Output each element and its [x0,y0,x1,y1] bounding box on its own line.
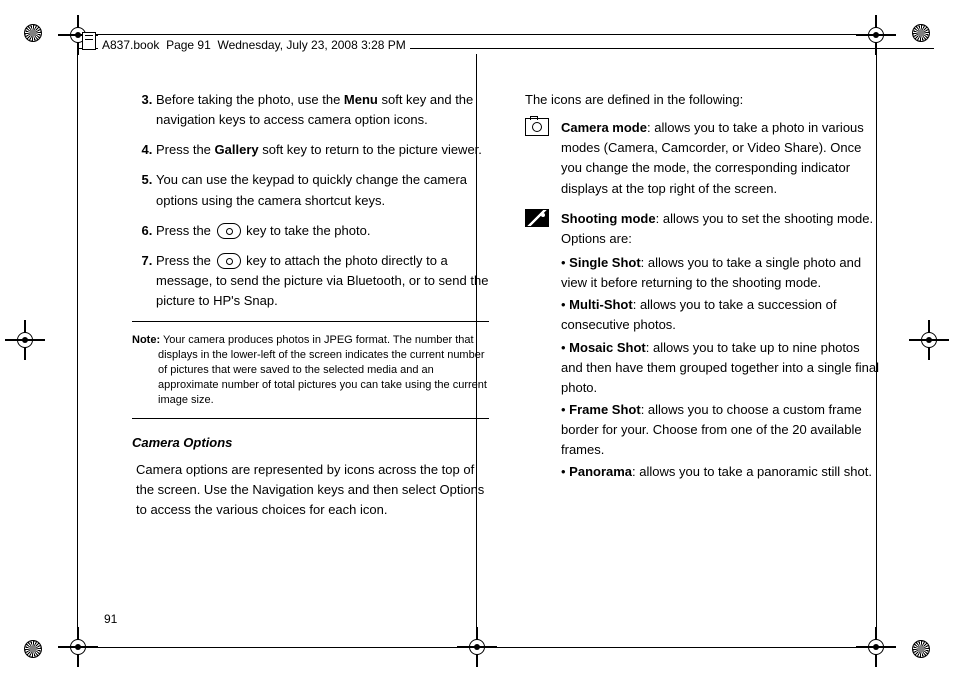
section-title: Camera Options [132,433,489,453]
landscape-icon [525,209,549,227]
book-icon [82,32,96,50]
list-item: Before taking the photo, use the Menu so… [156,90,489,130]
header-page: Page 91 [166,38,211,52]
sub-option: • Multi-Shot: allows you to take a succe… [561,295,882,335]
definition-title: Camera mode [561,120,647,135]
camera-key-icon [217,223,241,239]
note-body: Your camera produces photos in JPEG form… [158,334,487,405]
right-intro: The icons are defined in the following: [525,90,882,110]
header-date: Wednesday, July 23, 2008 3:28 PM [217,38,405,52]
sub-option: • Single Shot: allows you to take a sing… [561,253,882,293]
list-item: Press the Gallery soft key to return to … [156,140,489,160]
definition-title: Shooting mode [561,211,656,226]
list-item: Press the key to attach the photo direct… [156,251,489,311]
header-file: A837.book [102,38,159,52]
sub-option: • Panorama: allows you to take a panoram… [561,462,882,482]
sub-option: • Mosaic Shot: allows you to take up to … [561,338,882,398]
numbered-steps: Before taking the photo, use the Menu so… [132,90,489,311]
camera-key-icon [217,253,241,269]
right-column: The icons are defined in the following: … [525,90,882,528]
section-body: Camera options are represented by icons … [136,460,489,520]
definition-row: Shooting mode: allows you to set the sho… [525,209,882,485]
list-item: Press the key to take the photo. [156,221,489,241]
page-number: 91 [104,610,117,629]
left-column: Before taking the photo, use the Menu so… [132,90,489,528]
list-item: You can use the keypad to quickly change… [156,170,489,210]
header-text: A837.book Page 91 Wednesday, July 23, 20… [98,36,410,55]
camera-icon [525,118,549,136]
note: Note: Your camera produces photos in JPE… [132,333,489,407]
note-label: Note: [132,334,160,346]
sub-option: • Frame Shot: allows you to choose a cus… [561,400,882,460]
definition-row: Camera mode: allows you to take a photo … [525,118,882,199]
